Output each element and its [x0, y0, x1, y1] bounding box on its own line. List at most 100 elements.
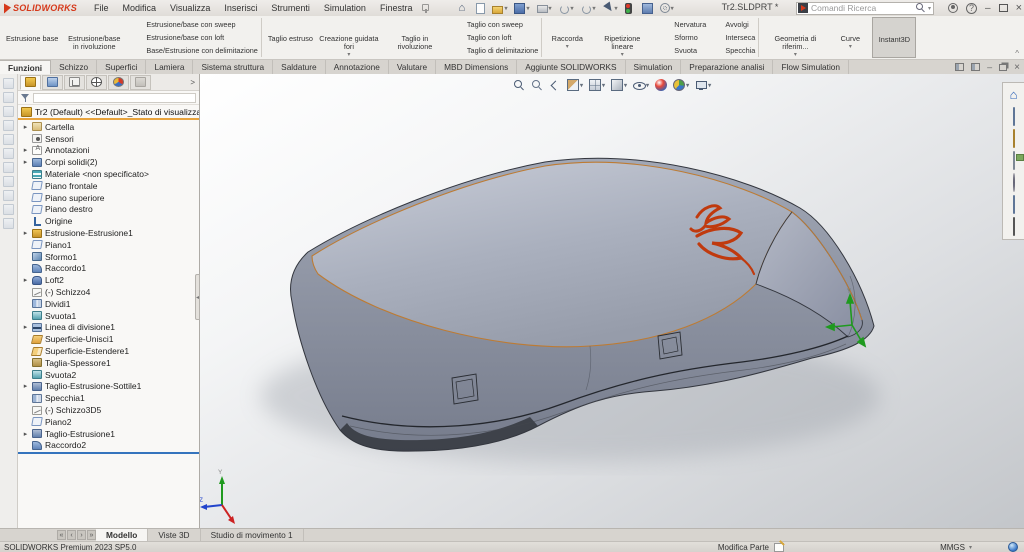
- redo-button[interactable]: ▾: [579, 1, 598, 15]
- cam-manager-tab[interactable]: [130, 75, 151, 90]
- freeze-bar[interactable]: [18, 118, 199, 120]
- tree-item[interactable]: Linea di divisione1: [18, 322, 199, 334]
- docked-tool-icon-9[interactable]: [3, 190, 14, 201]
- ribbon-button[interactable]: Taglio di delimitazione: [454, 45, 538, 57]
- model-tab[interactable]: Modello: [96, 529, 148, 542]
- ribbon-button[interactable]: Ripetizione lineare▾: [589, 17, 655, 58]
- docked-tool-icon-10[interactable]: [3, 204, 14, 215]
- tree-item[interactable]: Svuota2: [18, 369, 199, 381]
- file-explorer-icon[interactable]: [1013, 130, 1015, 148]
- ribbon-button[interactable]: Nervatura: [661, 19, 706, 31]
- model-tab[interactable]: Viste 3D: [148, 529, 200, 542]
- tree-item[interactable]: Piano destro: [18, 204, 199, 216]
- ribbon-button[interactable]: Taglio estruso▾: [265, 17, 316, 58]
- command-tab[interactable]: Superfici: [97, 60, 146, 74]
- docked-tool-icon-7[interactable]: [3, 162, 14, 173]
- ribbon-button[interactable]: Taglio con sweep: [454, 19, 538, 31]
- custom-properties-icon[interactable]: [1013, 196, 1015, 214]
- menu-item[interactable]: Visualizza: [163, 2, 217, 14]
- tree-item[interactable]: Svuota1: [18, 310, 199, 322]
- ribbon-button[interactable]: Taglio con loft: [454, 32, 538, 44]
- select-button[interactable]: ▾: [601, 1, 620, 15]
- ribbon-button[interactable]: Taglio in rivoluzione▾: [382, 17, 448, 58]
- tree-item[interactable]: Estrusione-Estrusione1: [18, 227, 199, 239]
- search-caret-icon[interactable]: ▾: [928, 5, 931, 12]
- rollback-bar[interactable]: [18, 452, 199, 454]
- section-view-icon[interactable]: ▾: [566, 78, 584, 92]
- menu-item[interactable]: Simulation: [317, 2, 373, 14]
- tree-item[interactable]: (-) Schizzo3D5: [18, 404, 199, 416]
- ribbon-button[interactable]: Instant3D▾: [872, 17, 916, 58]
- doc-close-icon[interactable]: ×: [1014, 62, 1020, 73]
- help-icon[interactable]: ?: [966, 3, 977, 14]
- pin-icon[interactable]: [421, 4, 430, 13]
- apply-scene-icon[interactable]: ▾: [672, 78, 690, 92]
- tree-item[interactable]: Taglio-Estrusione-Sottile1: [18, 381, 199, 393]
- model-3d[interactable]: Y Y Z: [200, 74, 1024, 528]
- tree-item[interactable]: Piano2: [18, 416, 199, 428]
- tree-item[interactable]: Raccordo2: [18, 440, 199, 452]
- menu-item[interactable]: File: [87, 2, 116, 14]
- tab-nav-arrow[interactable]: ›: [77, 530, 86, 540]
- command-tab[interactable]: Simulation: [626, 60, 682, 74]
- tree-item[interactable]: Taglio-Estrusione1: [18, 428, 199, 440]
- docked-tool-icon-1[interactable]: [3, 78, 14, 89]
- previous-view-icon[interactable]: ▾: [548, 78, 562, 92]
- ribbon-button[interactable]: Avvolgi: [712, 19, 755, 31]
- ribbon-button[interactable]: Interseca: [712, 32, 755, 44]
- ribbon-button[interactable]: Raccorda▾: [545, 17, 589, 58]
- appearances-scenes-icon[interactable]: [1013, 174, 1015, 192]
- command-tab[interactable]: Flow Simulation: [773, 60, 849, 74]
- open-file-button[interactable]: ▾: [490, 1, 509, 15]
- new-file-button[interactable]: ▾: [474, 1, 487, 15]
- display-manager-tab[interactable]: [108, 75, 129, 90]
- docked-tool-icon-4[interactable]: [3, 120, 14, 131]
- restore-icon[interactable]: [999, 4, 1008, 12]
- taskpane-home-icon[interactable]: [1010, 86, 1018, 104]
- ribbon-button[interactable]: Estrusione/base con sweep: [133, 19, 258, 31]
- dimxpert-manager-tab[interactable]: [86, 75, 107, 90]
- tree-item[interactable]: Raccordo1: [18, 263, 199, 275]
- viewport-canvas[interactable]: Y Y Z ▾▾▾▾▾▾▾▾▾▾: [200, 74, 1024, 528]
- zoom-to-area-icon[interactable]: ▾: [530, 78, 544, 92]
- tree-root-item[interactable]: Tr2 (Default) <<Default>_Stato di visual…: [18, 105, 199, 118]
- menu-item[interactable]: Inserisci: [217, 2, 264, 14]
- model-tab[interactable]: Studio di movimento 1: [201, 529, 304, 542]
- ribbon-button[interactable]: Svuota: [661, 45, 706, 57]
- tree-item[interactable]: Dividi1: [18, 298, 199, 310]
- tree-item[interactable]: Sformo1: [18, 251, 199, 263]
- tab-nav-arrow[interactable]: «: [57, 530, 66, 540]
- solidworks-forum-icon[interactable]: [1013, 218, 1015, 236]
- panel-expand-icon[interactable]: >: [190, 78, 195, 87]
- display-style-icon[interactable]: ▾: [610, 78, 628, 92]
- docked-tool-icon-5[interactable]: [3, 134, 14, 145]
- tree-item[interactable]: Piano1: [18, 239, 199, 251]
- ribbon-button[interactable]: Estrusione/base con loft: [133, 32, 258, 44]
- tree-filter-input[interactable]: [33, 93, 196, 103]
- edit-part-icon[interactable]: [774, 543, 784, 552]
- edit-appearance-icon[interactable]: ▾: [654, 78, 668, 92]
- search-box[interactable]: Comandi Ricerca ▾: [796, 2, 934, 15]
- menu-item[interactable]: Modifica: [116, 2, 164, 14]
- ribbon-button[interactable]: Estrusione/base in rivoluzione▾: [61, 17, 127, 58]
- search-input[interactable]: Comandi Ricerca: [811, 3, 916, 13]
- ribbon-button[interactable]: Sformo: [661, 32, 706, 44]
- doc-restore-icon[interactable]: [999, 64, 1007, 71]
- tree-item[interactable]: Loft2: [18, 274, 199, 286]
- show-featuremanager-icon[interactable]: [955, 63, 964, 71]
- command-tab[interactable]: Lamiera: [146, 60, 193, 74]
- ribbon-button[interactable]: Geometria di riferim...▾: [762, 17, 828, 58]
- tree-item[interactable]: Annotazioni: [18, 145, 199, 157]
- property-manager-tab[interactable]: [42, 75, 63, 90]
- tree-item[interactable]: Specchia1: [18, 392, 199, 404]
- command-tab[interactable]: Funzioni: [0, 60, 51, 74]
- view-settings-icon[interactable]: ▾: [694, 78, 712, 92]
- ribbon-button[interactable]: Base/Estrusione con delimitazione: [133, 45, 258, 57]
- close-icon[interactable]: ×: [1016, 2, 1022, 14]
- design-library-icon[interactable]: [1013, 108, 1015, 126]
- command-tab[interactable]: Preparazione analisi: [681, 60, 773, 74]
- command-tab[interactable]: Schizzo: [51, 60, 97, 74]
- tree-item[interactable]: (-) Schizzo4: [18, 286, 199, 298]
- tree-item[interactable]: Piano superiore: [18, 192, 199, 204]
- command-tab[interactable]: Aggiunte SOLIDWORKS: [517, 60, 625, 74]
